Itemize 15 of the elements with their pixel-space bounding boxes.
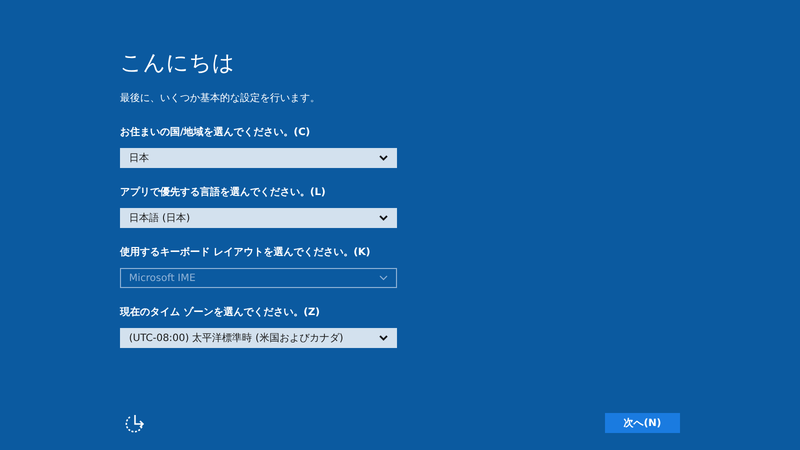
dropdown[interactable]: 日本語 (日本): [120, 208, 397, 228]
field-label: 使用するキーボード レイアウトを選んでください。(K): [120, 246, 372, 260]
subtitle: 最後に、いくつか基本的な設定を行います。: [120, 92, 321, 106]
dropdown[interactable]: (UTC-08:00) 太平洋標準時 (米国およびカナダ): [120, 328, 397, 348]
caret-icon: [379, 215, 388, 221]
field-label: 現在のタイム ゾーンを選んでください。(Z): [120, 306, 321, 320]
caret-icon: [379, 335, 388, 341]
next-button[interactable]: 次へ(N): [605, 413, 680, 433]
accessibility-icon[interactable]: [124, 412, 146, 434]
dropdown[interactable]: 日本: [120, 148, 397, 168]
page-title: こんにちは: [120, 50, 236, 78]
caret-icon: [379, 275, 388, 281]
field-label: アプリで優先する言語を選んでください。(L): [120, 186, 327, 200]
caret-icon: [379, 155, 388, 161]
field-label: お住まいの国/地域を選んでください。(C): [120, 126, 312, 140]
